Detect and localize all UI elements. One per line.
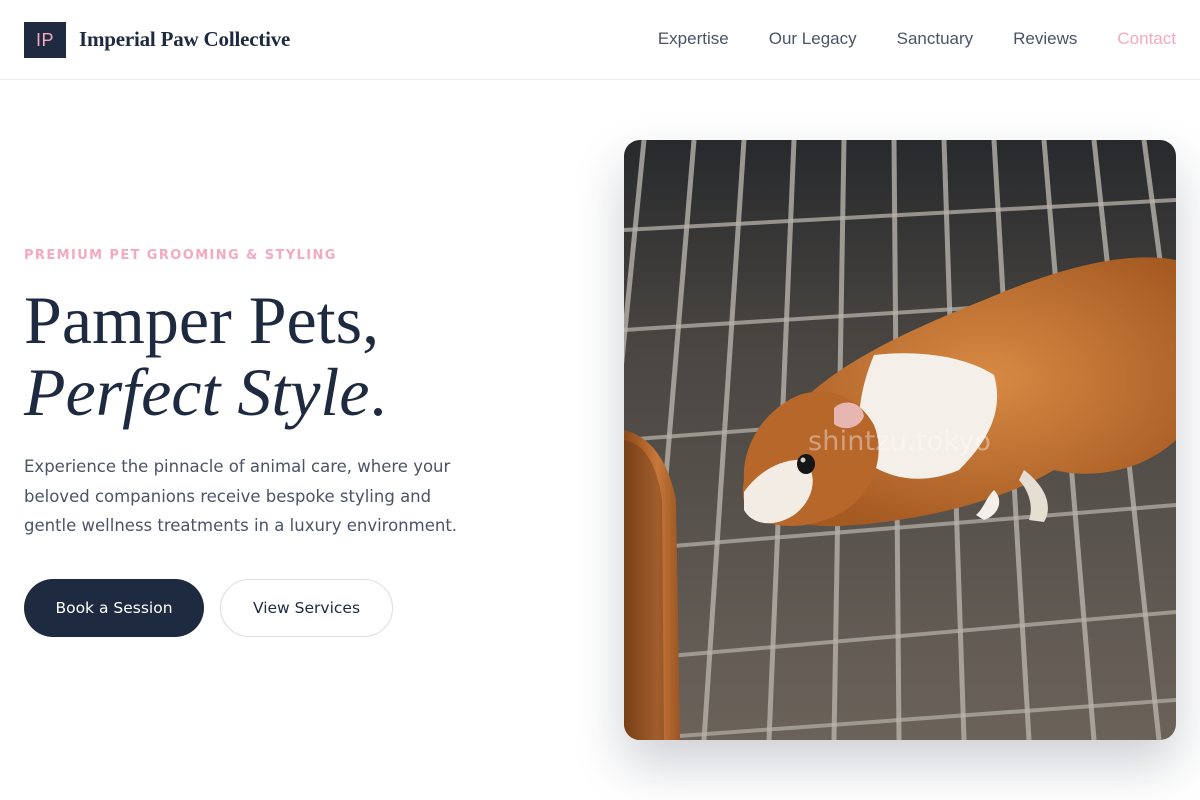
headline-line-2: Perfect Style. [24, 356, 386, 428]
logo-mark[interactable]: IP [24, 22, 66, 58]
view-services-button[interactable]: View Services [220, 579, 393, 637]
headline-italic-text: Perfect Style [24, 354, 370, 430]
nav-link-contact[interactable]: Contact [1117, 29, 1176, 49]
nav-link-sanctuary[interactable]: Sanctuary [897, 29, 974, 49]
main-nav: Expertise Our Legacy Sanctuary Reviews C… [658, 29, 1176, 49]
headline-period: . [369, 354, 387, 430]
book-session-button[interactable]: Book a Session [24, 579, 204, 637]
image-watermark: shintzu.tokyo [808, 426, 991, 457]
brand-name[interactable]: Imperial Paw Collective [79, 27, 290, 52]
guinea-pig-photo: shintzu.tokyo [624, 140, 1176, 740]
nav-link-reviews[interactable]: Reviews [1013, 29, 1077, 49]
hero-description: Experience the pinnacle of animal care, … [24, 457, 458, 535]
hero-image-guinea-pig: shintzu.tokyo [624, 140, 1176, 740]
headline-line-1: Pamper Pets, [24, 282, 380, 358]
nav-link-our-legacy[interactable]: Our Legacy [769, 29, 857, 49]
hero-eyebrow: PREMIUM PET GROOMING & STYLING [24, 248, 337, 263]
nav-link-expertise[interactable]: Expertise [658, 29, 729, 49]
hero-headline: Pamper Pets, Perfect Style. [24, 284, 386, 428]
site-header: IP Imperial Paw Collective Expertise Our… [0, 0, 1200, 80]
